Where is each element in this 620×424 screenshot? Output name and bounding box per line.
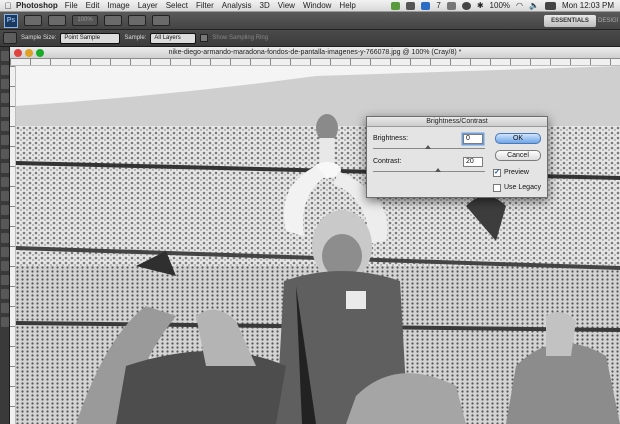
menu-bar:  Photoshop File Edit Image Layer Select… xyxy=(0,0,620,12)
sample-size-label: Sample Size: xyxy=(21,35,57,41)
wifi-icon[interactable]: ◠ xyxy=(516,1,523,10)
notification-count[interactable]: 7 xyxy=(436,1,440,10)
time-machine-icon[interactable] xyxy=(461,1,471,10)
app-bar: Ps 100% ESSENTIALS DESIGN xyxy=(0,12,620,30)
options-bar: Sample Size: Point Sample Sample: All La… xyxy=(0,30,620,47)
cancel-button[interactable]: Cancel xyxy=(495,150,541,161)
flux-icon[interactable] xyxy=(406,1,416,10)
workspace-design-button[interactable]: DESIGN xyxy=(598,15,618,27)
type-tool-icon[interactable] xyxy=(1,261,9,271)
sample-select[interactable]: All Layers xyxy=(150,32,197,44)
clock[interactable]: Mon 12:03 PM xyxy=(562,1,614,10)
lasso-tool-icon[interactable] xyxy=(1,79,9,89)
horizontal-ruler[interactable] xyxy=(10,59,620,66)
menu-image[interactable]: Image xyxy=(107,1,129,10)
menu-3d[interactable]: 3D xyxy=(260,1,270,10)
photoshop-logo-icon: Ps xyxy=(4,13,18,28)
use-legacy-checkbox[interactable] xyxy=(493,184,501,192)
use-legacy-label: Use Legacy xyxy=(504,184,541,191)
zoom-tool-icon[interactable] xyxy=(1,317,9,327)
show-sampling-ring-checkbox[interactable] xyxy=(200,34,209,42)
battery-icon[interactable] xyxy=(544,1,556,10)
shape-tool-icon[interactable] xyxy=(1,289,9,299)
view-extras-button[interactable] xyxy=(104,15,122,26)
bluetooth-icon[interactable]: ✱ xyxy=(477,1,484,10)
close-icon[interactable] xyxy=(14,49,22,57)
gradient-tool-icon[interactable] xyxy=(1,205,9,215)
zoom-level-select[interactable]: 100% xyxy=(72,15,98,26)
zoom-window-icon[interactable] xyxy=(36,49,44,57)
menu-layer[interactable]: Layer xyxy=(138,1,158,10)
brightness-input[interactable]: 0 xyxy=(463,134,483,144)
workspace-essentials-button[interactable]: ESSENTIALS xyxy=(544,15,596,27)
healing-tool-icon[interactable] xyxy=(1,135,9,145)
eraser-tool-icon[interactable] xyxy=(1,191,9,201)
dialog-title[interactable]: Brightness/Contrast xyxy=(367,117,547,127)
blur-tool-icon[interactable] xyxy=(1,219,9,229)
clipboard-icon[interactable] xyxy=(446,1,456,10)
quick-select-tool-icon[interactable] xyxy=(1,93,9,103)
contrast-slider-thumb[interactable] xyxy=(435,168,441,172)
menu-filter[interactable]: Filter xyxy=(196,1,214,10)
sample-label: Sample: xyxy=(124,35,147,41)
contrast-label: Contrast: xyxy=(373,158,402,165)
volume-icon[interactable]: 🔈 xyxy=(529,1,539,10)
menu-window[interactable]: Window xyxy=(303,1,331,10)
brightness-label: Brightness: xyxy=(373,135,409,142)
menu-view[interactable]: View xyxy=(278,1,295,10)
document-window: nike-diego-armando-maradona-fondos-de-pa… xyxy=(10,47,620,424)
eyedropper-tool-icon[interactable] xyxy=(3,32,17,44)
menu-select[interactable]: Select xyxy=(166,1,188,10)
dropbox-icon[interactable] xyxy=(421,1,431,10)
document-title: nike-diego-armando-maradona-fondos-de-pa… xyxy=(168,49,462,56)
menu-analysis[interactable]: Analysis xyxy=(222,1,252,10)
menu-help[interactable]: Help xyxy=(339,1,355,10)
pen-tool-icon[interactable] xyxy=(1,247,9,257)
preview-checkbox[interactable]: ✓ xyxy=(493,169,501,177)
arrange-documents-button[interactable] xyxy=(128,15,146,26)
move-tool-icon[interactable] xyxy=(1,51,9,61)
history-brush-tool-icon[interactable] xyxy=(1,177,9,187)
minimize-icon[interactable] xyxy=(25,49,33,57)
contrast-input[interactable]: 20 xyxy=(463,157,483,167)
status-area: 7 ✱ 100% ◠ 🔈 Mon 12:03 PM xyxy=(391,1,620,10)
screen-mode-button[interactable] xyxy=(152,15,170,26)
menu-edit[interactable]: Edit xyxy=(86,1,100,10)
brightness-contrast-dialog: Brightness/Contrast Brightness: 0 Contra… xyxy=(366,116,548,198)
marquee-tool-icon[interactable] xyxy=(1,65,9,75)
apple-icon[interactable]:  xyxy=(0,1,16,11)
preview-label: Preview xyxy=(504,169,529,176)
crop-tool-icon[interactable] xyxy=(1,107,9,117)
sample-size-select[interactable]: Point Sample xyxy=(60,32,121,44)
brightness-slider-thumb[interactable] xyxy=(425,145,431,149)
tools-panel xyxy=(0,47,10,424)
menu-file[interactable]: File xyxy=(65,1,78,10)
brush-tool-icon[interactable] xyxy=(1,149,9,159)
eyedropper-tool-icon[interactable] xyxy=(1,121,9,131)
evernote-icon[interactable] xyxy=(391,1,401,10)
document-titlebar[interactable]: nike-diego-armando-maradona-fondos-de-pa… xyxy=(10,47,620,59)
dodge-tool-icon[interactable] xyxy=(1,233,9,243)
app-menu[interactable]: Photoshop xyxy=(16,1,58,10)
show-sampling-ring-label: Show Sampling Ring xyxy=(212,35,269,41)
mini-bridge-button[interactable] xyxy=(48,15,66,26)
ok-button[interactable]: OK xyxy=(495,133,541,144)
battery-percent[interactable]: 100% xyxy=(490,1,510,10)
hand-tool-icon[interactable] xyxy=(1,303,9,313)
clone-stamp-tool-icon[interactable] xyxy=(1,163,9,173)
contrast-slider[interactable] xyxy=(373,171,485,172)
bridge-button[interactable] xyxy=(24,15,42,26)
path-select-tool-icon[interactable] xyxy=(1,275,9,285)
